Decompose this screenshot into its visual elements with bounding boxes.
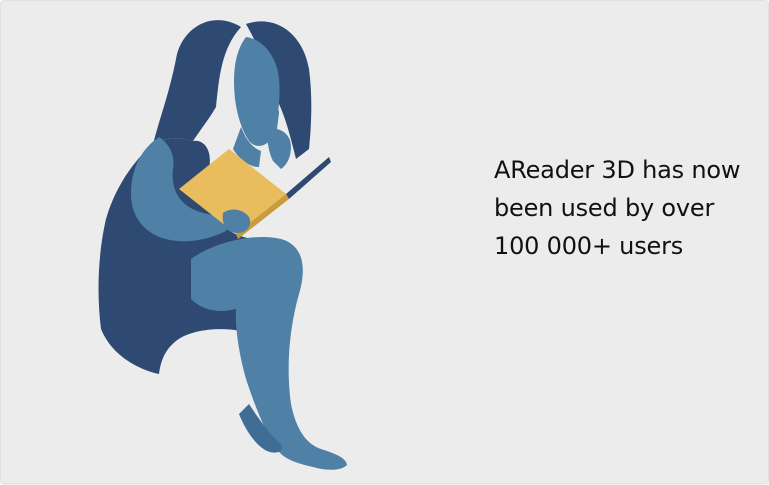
caption-line-3: 100 000+ users: [494, 232, 684, 260]
usage-caption: AReader 3D has now been used by over 100…: [494, 151, 766, 265]
woman-reading-book-icon: [98, 20, 347, 470]
caption-line-2: been used by over: [494, 194, 715, 222]
caption-line-1: AReader 3D has now: [494, 156, 741, 184]
book-cover: [286, 157, 331, 199]
promo-card: AReader 3D has now been used by over 100…: [0, 0, 769, 484]
